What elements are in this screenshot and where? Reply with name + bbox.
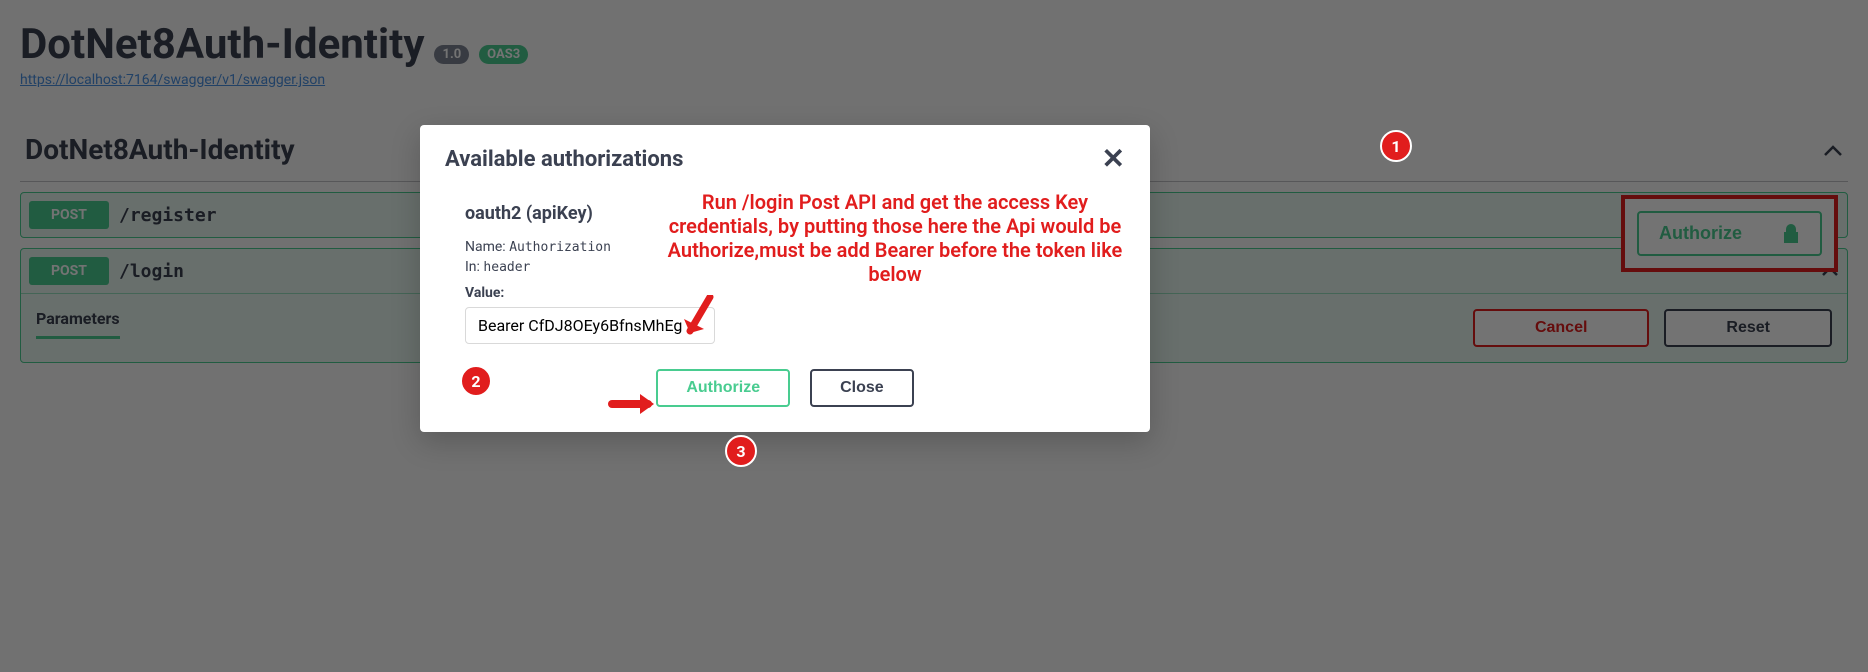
modal-title: Available authorizations: [445, 147, 683, 172]
auth-in-value: header: [483, 260, 530, 275]
annotation-instructions: Run /login Post API and get the access K…: [660, 190, 1130, 286]
auth-name-label: Name:: [465, 239, 506, 255]
value-label: Value:: [465, 285, 1105, 301]
auth-name-value: Authorization: [509, 240, 611, 255]
modal-actions: Authorize Close: [465, 369, 1105, 407]
modal-authorize-button[interactable]: Authorize: [656, 369, 790, 407]
auth-in-label: In:: [465, 259, 480, 275]
modal-close-button[interactable]: Close: [810, 369, 914, 407]
auth-value-input[interactable]: [465, 307, 715, 344]
annotation-step-1: 1: [1380, 130, 1412, 162]
annotation-step-2: 2: [460, 365, 492, 397]
annotation-arrow-icon: [680, 295, 720, 337]
close-icon[interactable]: ✕: [1102, 145, 1125, 173]
annotation-step-3: 3: [725, 435, 757, 467]
annotation-arrow-icon: [608, 390, 656, 418]
